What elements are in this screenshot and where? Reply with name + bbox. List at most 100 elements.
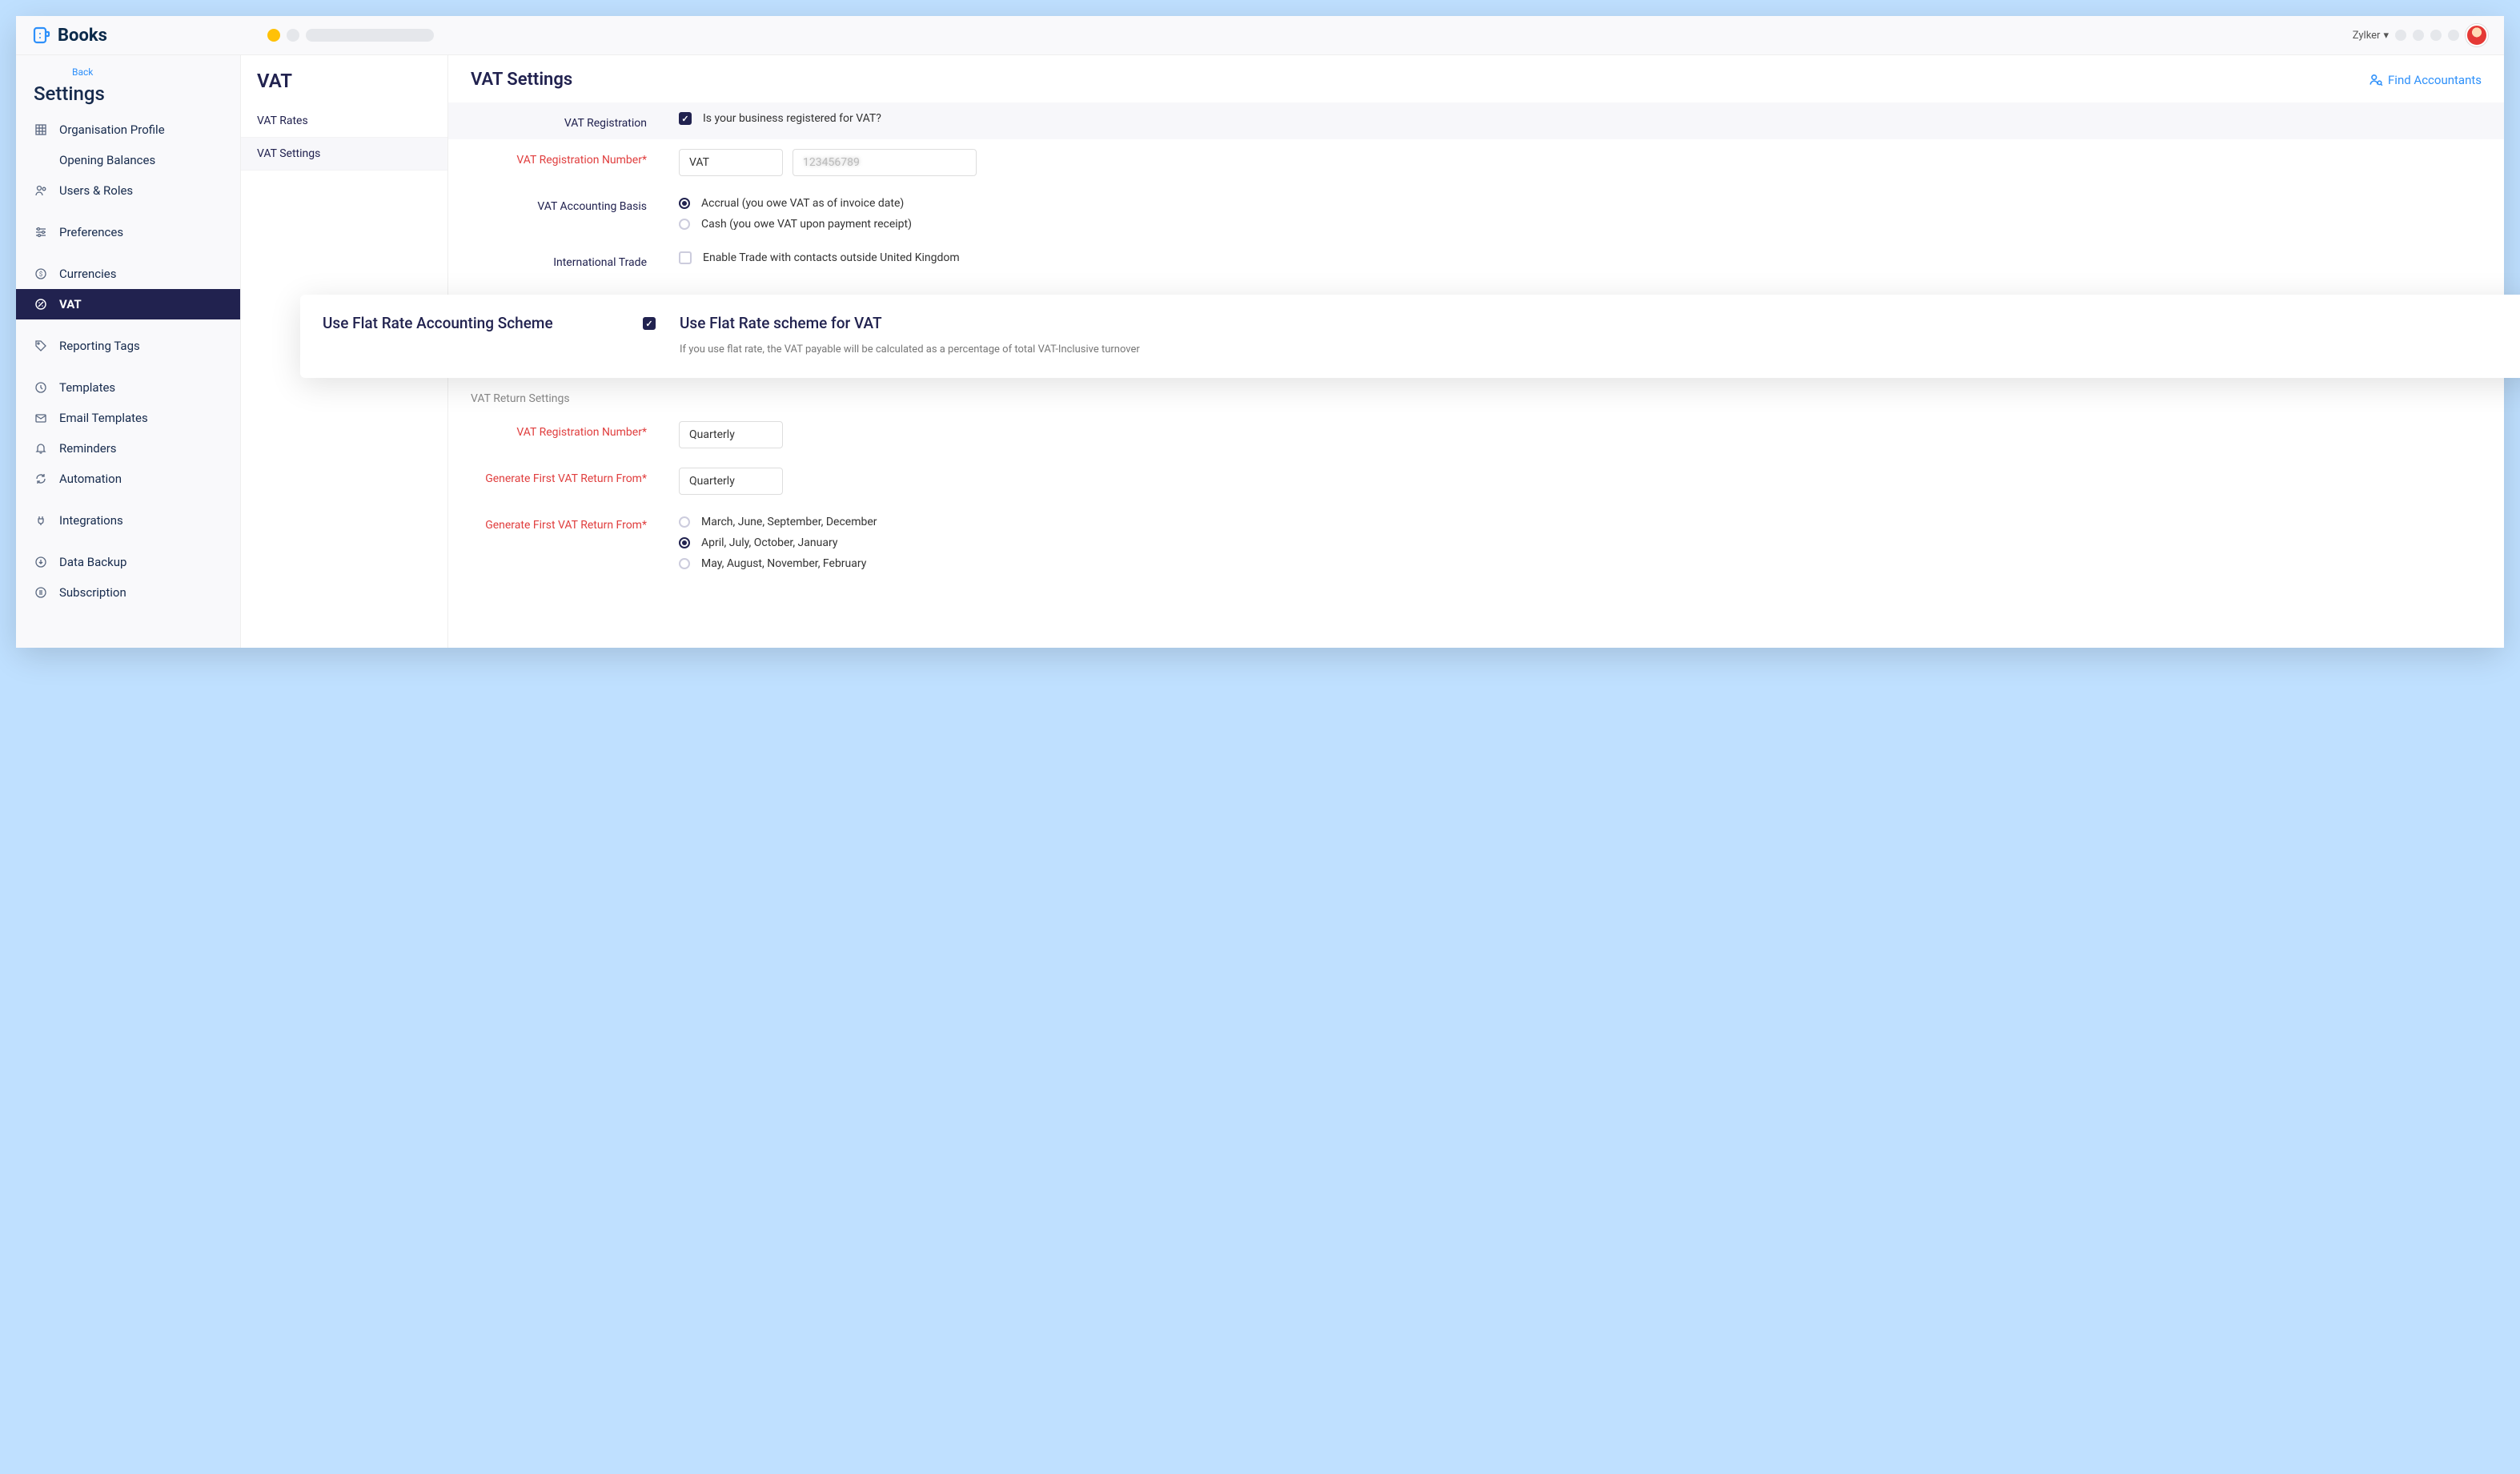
select-return-frequency-2[interactable]: Quarterly <box>679 468 783 495</box>
sidebar-item-label: Reporting Tags <box>59 339 140 353</box>
sidebar-item-templates[interactable]: Templates <box>16 372 240 403</box>
sidebar-item-label: Organisation Profile <box>59 122 165 137</box>
label-vat-reg-number: VAT Registration Number* <box>471 149 647 167</box>
sidebar-item-users-roles[interactable]: Users & Roles <box>16 175 240 206</box>
radio-label: April, July, October, January <box>701 536 837 549</box>
checkbox-flat-rate[interactable] <box>643 317 656 330</box>
sidebar-item-label: Opening Balances <box>59 153 155 167</box>
sidebar-item-data-backup[interactable]: Data Backup <box>16 547 240 577</box>
radio-period-march[interactable]: March, June, September, December <box>679 514 2482 530</box>
radio-accrual[interactable]: Accrual (you owe VAT as of invoice date) <box>679 195 2482 211</box>
sidebar-item-opening-balances[interactable]: Opening Balances <box>16 145 240 175</box>
label-accounting-basis: VAT Accounting Basis <box>471 195 647 213</box>
sidebar-item-currencies[interactable]: $ Currencies <box>16 259 240 289</box>
radio-icon <box>679 537 690 548</box>
radio-period-may[interactable]: May, August, November, February <box>679 556 2482 572</box>
app-logo: Books <box>32 26 107 46</box>
radio-label: Accrual (you owe VAT as of invoice date) <box>701 197 904 210</box>
input-vat-prefix[interactable]: VAT <box>679 149 783 176</box>
subnav-title: VAT <box>241 55 447 105</box>
row-generate-from: Generate First VAT Return From* Quarterl… <box>448 458 2504 504</box>
titlebar-right: Zylker ▾ <box>2353 24 2488 46</box>
row-international-trade: International Trade Enable Trade with co… <box>448 242 2504 279</box>
sidebar-item-vat[interactable]: VAT <box>16 289 240 319</box>
sidebar: Back Settings Organisation Profile Openi… <box>16 55 240 648</box>
building-icon <box>34 122 48 137</box>
sidebar-item-label: Subscription <box>59 585 126 600</box>
radio-label: March, June, September, December <box>701 516 877 528</box>
sidebar-item-integrations[interactable]: Integrations <box>16 505 240 536</box>
callout-right-title: Use Flat Rate scheme for VAT <box>680 314 2520 332</box>
row-vat-registration: VAT Registration Is your business regist… <box>448 102 2504 139</box>
chevron-down-icon: ▾ <box>2383 30 2389 42</box>
page-title: VAT Settings <box>471 70 572 90</box>
app-name: Books <box>58 26 107 46</box>
dot-yellow-icon <box>267 29 280 42</box>
person-search-icon <box>2369 73 2383 87</box>
sidebar-item-label: Preferences <box>59 225 123 239</box>
radio-period-april[interactable]: April, July, October, January <box>679 535 2482 551</box>
mail-icon <box>34 411 48 425</box>
radio-cash[interactable]: Cash (you owe VAT upon payment receipt) <box>679 216 2482 232</box>
avatar[interactable] <box>2466 24 2488 46</box>
sidebar-item-preferences[interactable]: Preferences <box>16 217 240 247</box>
label-period-ending: Generate First VAT Return From* <box>471 514 647 532</box>
svg-text:$: $ <box>39 271 43 278</box>
status-dot-icon <box>2448 30 2459 41</box>
radio-icon <box>679 198 690 209</box>
status-dot-icon <box>2413 30 2424 41</box>
radio-icon <box>679 516 690 528</box>
download-icon <box>34 555 48 569</box>
sidebar-item-reminders[interactable]: Reminders <box>16 433 240 464</box>
subnav-item-vat-rates[interactable]: VAT Rates <box>241 105 447 138</box>
find-accountants-link[interactable]: Find Accountants <box>2369 73 2482 87</box>
dot-gray-icon <box>287 29 299 42</box>
sliders-icon <box>34 225 48 239</box>
placeholder-pill <box>306 29 434 42</box>
sidebar-item-label: Currencies <box>59 267 117 281</box>
clock-icon <box>34 380 48 395</box>
checkbox-icon <box>679 112 692 125</box>
sidebar-item-automation[interactable]: Automation <box>16 464 240 494</box>
input-vat-number[interactable]: 123456789 <box>793 149 977 176</box>
checkbox-vat-registered[interactable]: Is your business registered for VAT? <box>679 112 2482 125</box>
main-header: VAT Settings Find Accountants <box>448 55 2504 102</box>
sidebar-item-label: Automation <box>59 472 122 486</box>
tag-icon <box>34 339 48 353</box>
titlebar: Books Zylker ▾ <box>16 16 2504 55</box>
back-link[interactable]: Back <box>16 66 240 82</box>
plug-icon <box>34 513 48 528</box>
sidebar-item-label: Users & Roles <box>59 183 133 198</box>
sidebar-item-organisation-profile[interactable]: Organisation Profile <box>16 114 240 145</box>
sidebar-item-email-templates[interactable]: Email Templates <box>16 403 240 433</box>
sidebar-item-reporting-tags[interactable]: Reporting Tags <box>16 331 240 361</box>
row-period-ending: Generate First VAT Return From* March, J… <box>448 504 2504 581</box>
label-international-trade: International Trade <box>471 251 647 269</box>
users-icon <box>34 183 48 198</box>
app-window: Books Zylker ▾ Back Settings Organ <box>16 16 2504 648</box>
select-return-frequency-1[interactable]: Quarterly <box>679 421 783 448</box>
row-vat-reg-number: VAT Registration Number* VAT 123456789 <box>448 139 2504 186</box>
radio-label: Cash (you owe VAT upon payment receipt) <box>701 218 912 231</box>
callout-title: Use Flat Rate Accounting Scheme <box>323 314 619 359</box>
radio-label: May, August, November, February <box>701 557 866 570</box>
subnav-item-vat-settings[interactable]: VAT Settings <box>241 138 447 171</box>
radio-icon <box>679 219 690 230</box>
row-return-reg-number: VAT Registration Number* Quarterly <box>448 412 2504 458</box>
sidebar-item-subscription[interactable]: Subscription <box>16 577 240 608</box>
label-generate-from: Generate First VAT Return From* <box>471 468 647 485</box>
label-vat-registration: VAT Registration <box>471 112 647 130</box>
sidebar-item-label: VAT <box>59 297 82 311</box>
checkbox-intl-trade[interactable]: Enable Trade with contacts outside Unite… <box>679 251 2482 264</box>
find-accountants-label: Find Accountants <box>2388 73 2482 87</box>
section-vat-return: VAT Return Settings <box>448 375 2504 412</box>
sidebar-item-label: Data Backup <box>59 555 126 569</box>
status-dot-icon <box>2430 30 2442 41</box>
currency-icon: $ <box>34 267 48 281</box>
blank-icon <box>34 153 48 167</box>
label-return-reg-number: VAT Registration Number* <box>471 421 647 439</box>
sidebar-item-label: Reminders <box>59 441 117 456</box>
sidebar-item-label: Templates <box>59 380 115 395</box>
status-dot-icon <box>2395 30 2406 41</box>
org-dropdown[interactable]: Zylker ▾ <box>2353 30 2389 42</box>
